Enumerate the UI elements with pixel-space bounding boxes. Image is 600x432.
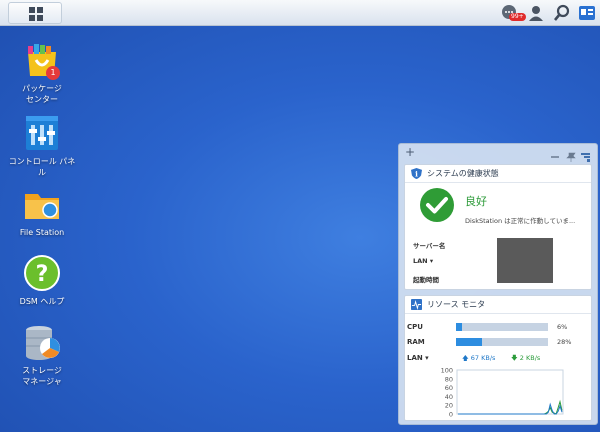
notification-badge: 99+ xyxy=(509,13,526,21)
y-tick-label: 60 xyxy=(445,384,453,392)
control-panel-icon xyxy=(26,116,58,150)
health-status: 良好 xyxy=(465,195,487,208)
server-name-label: サーバー名 xyxy=(413,242,446,250)
widget-panel: + i システムの健康状態 良好 DiskStation は正常に作動していま.… xyxy=(398,143,598,425)
ram-label: RAM xyxy=(407,338,425,346)
download-rate-value: 2 KB/s xyxy=(519,354,541,362)
cpu-bar-fill xyxy=(456,323,462,331)
desktop-icon-file-station[interactable]: File Station xyxy=(7,184,77,238)
check-icon xyxy=(420,188,454,222)
main-menu-button[interactable] xyxy=(8,2,62,24)
pin-icon[interactable] xyxy=(566,152,576,162)
settings-icon[interactable] xyxy=(581,153,590,162)
storage-manager-icon xyxy=(26,326,60,360)
widget-icon[interactable] xyxy=(578,4,596,22)
desktop-icon-label: コントロール パネル xyxy=(8,157,76,177)
desktop-icon-label: パッケージ センター xyxy=(22,84,62,104)
upload-rate: 🡅 67 KB/s xyxy=(462,354,495,365)
desktop-icon-control-panel[interactable]: コントロール パネル xyxy=(7,113,77,178)
file-station-icon xyxy=(25,194,59,219)
desktop-icon-label: File Station xyxy=(19,228,65,237)
ram-bar xyxy=(456,338,548,346)
desktop-icon-label: ストレージ マネージャ xyxy=(22,366,62,386)
user-icon[interactable] xyxy=(527,4,545,22)
info-icon: i xyxy=(411,168,422,179)
ram-bar-fill xyxy=(456,338,482,346)
cpu-bar xyxy=(456,323,548,331)
arrow-up-icon: 🡅 xyxy=(462,354,469,362)
y-tick-label: 40 xyxy=(445,393,453,401)
add-widget-button[interactable]: + xyxy=(405,145,415,159)
widget-title: システムの健康状態 xyxy=(427,169,499,178)
y-tick-label: 0 xyxy=(449,411,453,419)
svg-text:i: i xyxy=(415,169,418,178)
network-chart: 100806040200 xyxy=(441,367,564,419)
ram-percent: 28% xyxy=(557,338,572,346)
lan-dropdown[interactable]: LAN ▾ xyxy=(407,354,429,362)
y-tick-label: 80 xyxy=(445,375,453,383)
desktop-icon-label: DSM ヘルプ xyxy=(19,297,65,306)
desktop-icon-package-center[interactable]: 1 パッケージ センター xyxy=(7,40,77,105)
search-icon[interactable] xyxy=(553,4,571,22)
cpu-label: CPU xyxy=(407,323,423,331)
download-rate: 🡇 2 KB/s xyxy=(511,354,540,365)
widget-title: リソース モニタ xyxy=(427,300,486,309)
y-tick-label: 100 xyxy=(441,367,453,375)
y-tick-label: 20 xyxy=(445,402,453,410)
redacted-info xyxy=(497,238,553,283)
help-icon: ? xyxy=(24,255,60,291)
svg-text:?: ? xyxy=(36,262,49,287)
monitor-icon xyxy=(411,299,422,310)
desktop-icon-dsm-help[interactable]: ? DSM ヘルプ xyxy=(7,253,77,307)
upload-rate-value: 67 KB/s xyxy=(470,354,496,362)
health-description: DiskStation は正常に作動していま... xyxy=(465,217,576,225)
uptime-label: 起動時間 xyxy=(413,276,439,284)
system-health-widget: i システムの健康状態 良好 DiskStation は正常に作動していま...… xyxy=(404,164,592,290)
divider xyxy=(405,313,591,314)
taskbar: 99+ xyxy=(0,0,600,26)
chart-plot-area xyxy=(456,369,564,415)
desktop-icon-storage-manager[interactable]: ストレージ マネージャ xyxy=(7,322,77,387)
badge-count: 1 xyxy=(46,66,60,80)
cpu-percent: 6% xyxy=(557,323,568,331)
lan-dropdown[interactable]: LAN ▾ xyxy=(413,257,433,265)
arrow-down-icon: 🡇 xyxy=(511,354,518,362)
divider xyxy=(405,182,591,183)
grid-icon xyxy=(29,7,43,21)
widget-toolbar: + xyxy=(399,144,597,162)
